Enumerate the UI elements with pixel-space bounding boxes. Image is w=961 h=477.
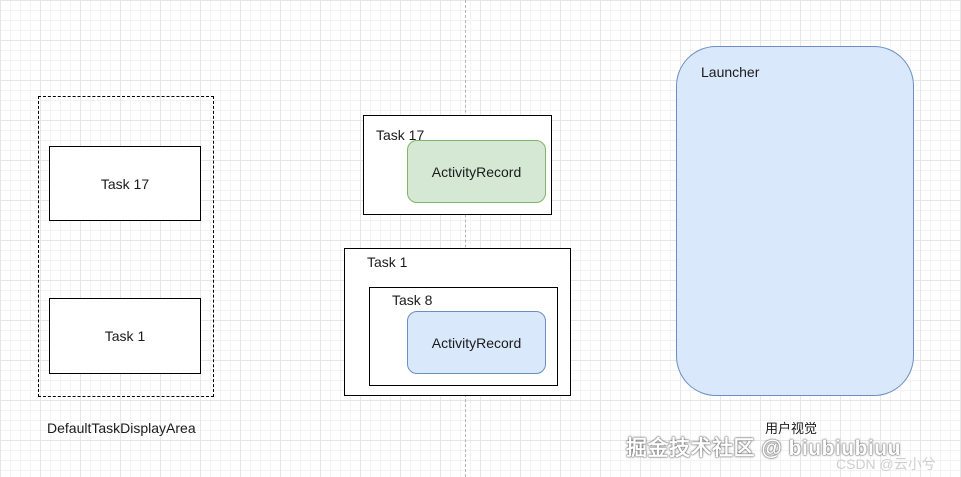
launcher-screen [676, 46, 914, 396]
default-task-display-area-label: DefaultTaskDisplayArea [47, 420, 196, 436]
task-8-label: Task 8 [392, 292, 433, 308]
middle-task-1-label: Task 1 [367, 254, 408, 270]
left-task-17-box: Task 17 [49, 146, 201, 221]
center-divider-line [465, 0, 466, 477]
task-8-activity-record: ActivityRecord [407, 311, 546, 374]
task-17-activity-record-label: ActivityRecord [431, 163, 522, 180]
left-task-1-box: Task 1 [49, 298, 201, 374]
task-17-activity-record: ActivityRecord [407, 140, 546, 203]
left-task-1-label: Task 1 [104, 328, 146, 344]
launcher-label: Launcher [701, 64, 760, 80]
left-task-17-label: Task 17 [100, 175, 150, 192]
diagram-canvas: { "left": { "area_label": "DefaultTaskDi… [0, 0, 961, 477]
task-8-activity-record-label: ActivityRecord [431, 334, 522, 351]
csdn-watermark: CSDN @云小兮 [836, 456, 936, 472]
